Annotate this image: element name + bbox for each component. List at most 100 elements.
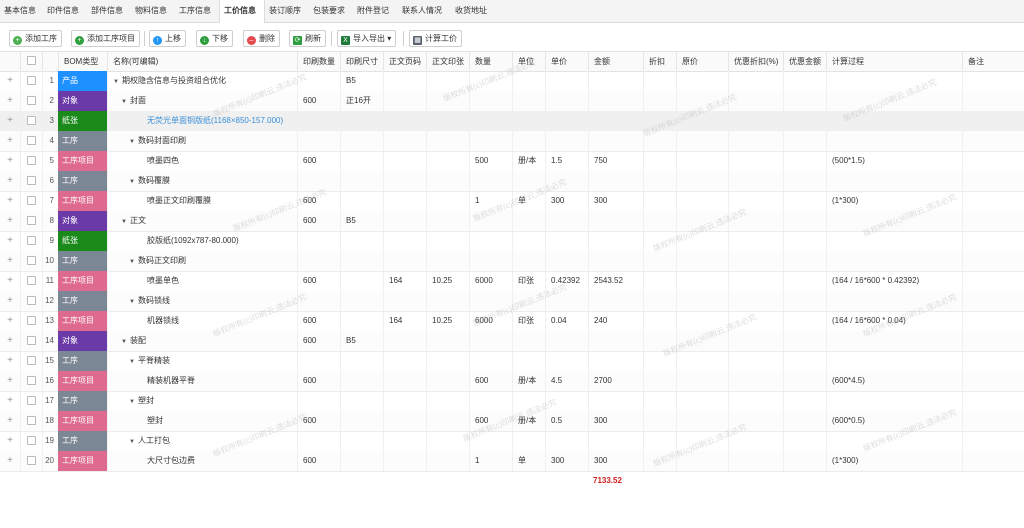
- cell-qty[interactable]: [469, 211, 512, 231]
- cell-print-qty[interactable]: 600: [297, 371, 340, 391]
- expand-toggle[interactable]: +: [0, 291, 20, 311]
- calc-price-button[interactable]: ▦ 计算工价: [409, 30, 462, 47]
- cell-print-size[interactable]: [340, 411, 383, 431]
- expand-toggle[interactable]: +: [0, 391, 20, 411]
- row-name-cell[interactable]: ▼ 人工打包: [107, 431, 297, 451]
- cell-print-size[interactable]: [340, 351, 383, 371]
- cell-unit[interactable]: [512, 251, 545, 271]
- cell-remark[interactable]: [962, 371, 1024, 391]
- cell-print-size[interactable]: [340, 131, 383, 151]
- cell-amount[interactable]: 2700: [588, 371, 643, 391]
- cell-text-pages[interactable]: [383, 431, 426, 451]
- cell-unit[interactable]: [512, 91, 545, 111]
- row-name-cell[interactable]: ▼ 封面: [107, 91, 297, 111]
- expand-toggle[interactable]: +: [0, 371, 20, 391]
- cell-empty[interactable]: [728, 231, 783, 251]
- move-down-button[interactable]: ↓ 下移: [196, 30, 233, 47]
- cell-text-pages[interactable]: [383, 191, 426, 211]
- row-name-cell[interactable]: ▼ 装配: [107, 331, 297, 351]
- row-name-cell[interactable]: 无荧光单面铜版纸(1168×850-157.000): [107, 111, 297, 131]
- cell-unit-price[interactable]: 0.04: [545, 311, 588, 331]
- cell-empty[interactable]: [676, 131, 728, 151]
- table-row[interactable]: +6 工序 ▼ 数码覆膜: [0, 171, 1024, 192]
- expand-toggle[interactable]: +: [0, 271, 20, 291]
- cell-empty[interactable]: [676, 171, 728, 191]
- row-checkbox[interactable]: [27, 256, 36, 265]
- cell-empty[interactable]: [728, 351, 783, 371]
- cell-print-size[interactable]: B5: [340, 331, 383, 351]
- tab-9[interactable]: 联系人情况: [398, 0, 451, 22]
- cell-text-sheets[interactable]: [426, 371, 469, 391]
- table-row[interactable]: +5 工序项目 喷墨四色 600 500 册/本 1.5 750 (500*1.5): [0, 151, 1024, 172]
- cell-text-pages[interactable]: [383, 391, 426, 411]
- table-row[interactable]: +15 工序 ▼ 平脊精装: [0, 351, 1024, 372]
- cell-print-size[interactable]: [340, 151, 383, 171]
- cell-text-sheets[interactable]: [426, 111, 469, 131]
- cell-empty[interactable]: [676, 111, 728, 131]
- cell-empty[interactable]: [728, 311, 783, 331]
- cell-text-pages[interactable]: [383, 231, 426, 251]
- delete-button[interactable]: – 删除: [243, 30, 280, 47]
- cell-empty[interactable]: [728, 191, 783, 211]
- row-select[interactable]: [20, 391, 42, 411]
- cell-print-size[interactable]: [340, 291, 383, 311]
- cell-text-sheets[interactable]: [426, 251, 469, 271]
- expand-toggle[interactable]: +: [0, 91, 20, 111]
- cell-print-size[interactable]: [340, 251, 383, 271]
- cell-empty[interactable]: [783, 211, 826, 231]
- tree-collapse-icon[interactable]: ▼: [129, 439, 135, 445]
- cell-unit[interactable]: 单: [512, 451, 545, 471]
- cell-remark[interactable]: [962, 191, 1024, 211]
- tree-collapse-icon[interactable]: ▼: [121, 219, 127, 225]
- row-checkbox[interactable]: [27, 356, 36, 365]
- cell-print-size[interactable]: [340, 431, 383, 451]
- cell-print-qty[interactable]: 600: [297, 331, 340, 351]
- cell-unit[interactable]: [512, 171, 545, 191]
- tab-7[interactable]: 包装要求: [309, 0, 353, 22]
- cell-empty[interactable]: [676, 391, 728, 411]
- row-name-cell[interactable]: ▼ 数码覆膜: [107, 171, 297, 191]
- expand-toggle[interactable]: +: [0, 71, 20, 91]
- cell-empty[interactable]: [783, 171, 826, 191]
- table-row[interactable]: +10 工序 ▼ 数码正文印刷: [0, 251, 1024, 272]
- cell-remark[interactable]: [962, 351, 1024, 371]
- cell-print-size[interactable]: [340, 231, 383, 251]
- cell-qty[interactable]: [469, 71, 512, 91]
- row-select[interactable]: [20, 91, 42, 111]
- cell-print-size[interactable]: [340, 111, 383, 131]
- cell-empty[interactable]: [643, 411, 676, 431]
- cell-empty[interactable]: [676, 91, 728, 111]
- cell-amount[interactable]: [588, 391, 643, 411]
- cell-qty[interactable]: 6000: [469, 271, 512, 291]
- cell-text-sheets[interactable]: [426, 211, 469, 231]
- table-row[interactable]: +20 工序项目 大尺寸包边费 600 1 单 300 300 (1*300): [0, 451, 1024, 472]
- cell-print-qty[interactable]: [297, 171, 340, 191]
- cell-empty[interactable]: [643, 251, 676, 271]
- cell-empty[interactable]: [728, 131, 783, 151]
- tree-collapse-icon[interactable]: ▼: [129, 179, 135, 185]
- header-select-all[interactable]: [20, 52, 42, 71]
- row-name-cell[interactable]: ▼ 数码封面印刷: [107, 131, 297, 151]
- cell-print-qty[interactable]: 600: [297, 191, 340, 211]
- cell-empty[interactable]: [643, 371, 676, 391]
- cell-unit[interactable]: [512, 231, 545, 251]
- row-checkbox[interactable]: [27, 96, 36, 105]
- cell-text-sheets[interactable]: [426, 451, 469, 471]
- row-select[interactable]: [20, 411, 42, 431]
- cell-remark[interactable]: [962, 91, 1024, 111]
- cell-qty[interactable]: [469, 391, 512, 411]
- cell-text-sheets[interactable]: [426, 331, 469, 351]
- cell-text-pages[interactable]: [383, 351, 426, 371]
- table-row[interactable]: +2 对象 ▼ 封面 600 正16开: [0, 91, 1024, 112]
- cell-unit-price[interactable]: [545, 171, 588, 191]
- cell-remark[interactable]: [962, 311, 1024, 331]
- cell-empty[interactable]: [728, 391, 783, 411]
- cell-qty[interactable]: 600: [469, 371, 512, 391]
- cell-unit-price[interactable]: 0.5: [545, 411, 588, 431]
- cell-amount[interactable]: [588, 251, 643, 271]
- tab-4[interactable]: 工序信息: [175, 0, 219, 22]
- cell-empty[interactable]: [728, 91, 783, 111]
- cell-text-sheets[interactable]: [426, 131, 469, 151]
- cell-amount[interactable]: 2543.52: [588, 271, 643, 291]
- tab-8[interactable]: 附件登记: [353, 0, 398, 22]
